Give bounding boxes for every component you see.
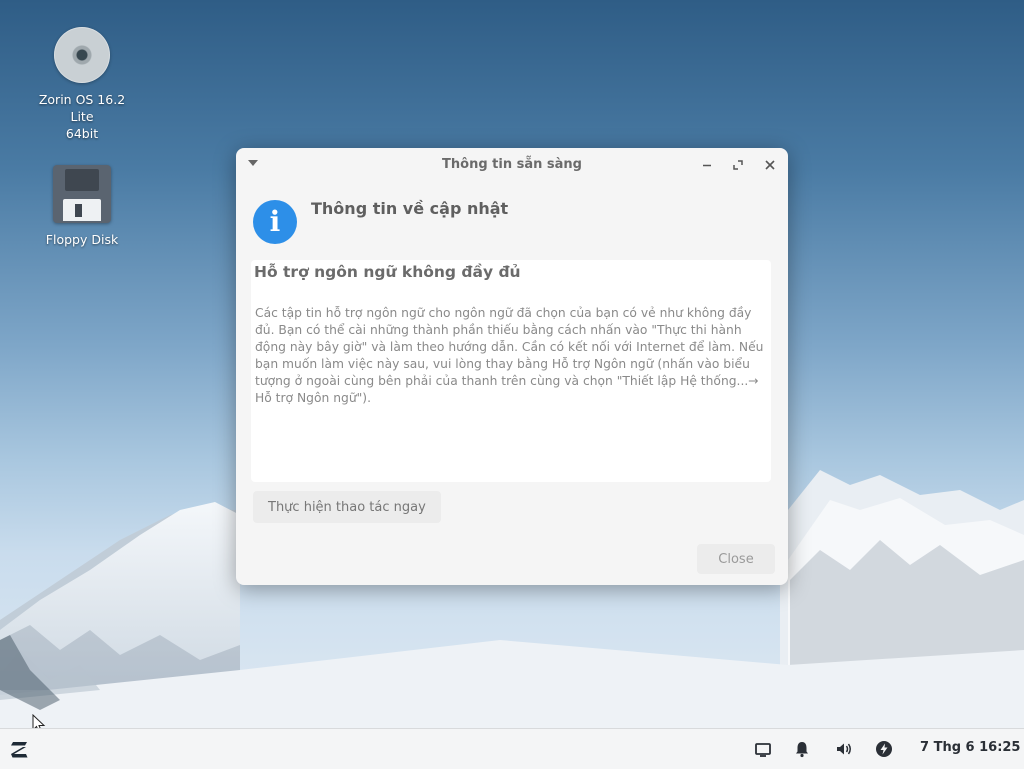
close-button[interactable]: Close — [697, 544, 775, 574]
dialog-titlebar[interactable]: Thông tin sẵn sàng — [236, 148, 788, 182]
perform-action-button[interactable]: Thực hiện thao tác ngay — [253, 491, 441, 523]
zorin-menu-icon[interactable] — [7, 737, 33, 763]
disc-icon — [54, 27, 110, 83]
desktop-icon-zorin-os[interactable]: Zorin OS 16.2 Lite 64bit — [27, 27, 137, 142]
desktop-icon-floppy-disk[interactable]: Floppy Disk — [27, 165, 137, 248]
clock[interactable]: 7 Thg 6 16:25 — [920, 740, 1020, 755]
taskbar: 7 Thg 6 16:25 — [0, 728, 1024, 769]
desktop-icon-label: Floppy Disk — [45, 232, 119, 247]
section-title: Hỗ trợ ngôn ngữ không đầy đủ — [254, 263, 521, 281]
desktop-icon-label: Zorin OS 16.2 Lite — [38, 92, 126, 124]
dialog-heading: Thông tin về cập nhật — [311, 199, 509, 218]
maximize-icon[interactable] — [729, 156, 747, 174]
volume-icon[interactable] — [834, 739, 854, 759]
power-icon[interactable] — [874, 739, 894, 759]
screen-icon[interactable] — [753, 739, 773, 759]
message-panel: Hỗ trợ ngôn ngữ không đầy đủ Các tập tin… — [251, 260, 771, 482]
message-text: Các tập tin hỗ trợ ngôn ngữ cho ngôn ngữ… — [255, 306, 764, 405]
floppy-disk-icon — [53, 165, 111, 223]
minimize-icon[interactable] — [698, 156, 716, 174]
update-info-dialog: Thông tin sẵn sàng i Thông tin về cập nh… — [236, 148, 788, 585]
info-icon: i — [253, 200, 297, 244]
desktop-icon-label: 64bit — [65, 126, 99, 141]
close-icon[interactable] — [761, 156, 779, 174]
bell-icon[interactable] — [792, 739, 812, 759]
